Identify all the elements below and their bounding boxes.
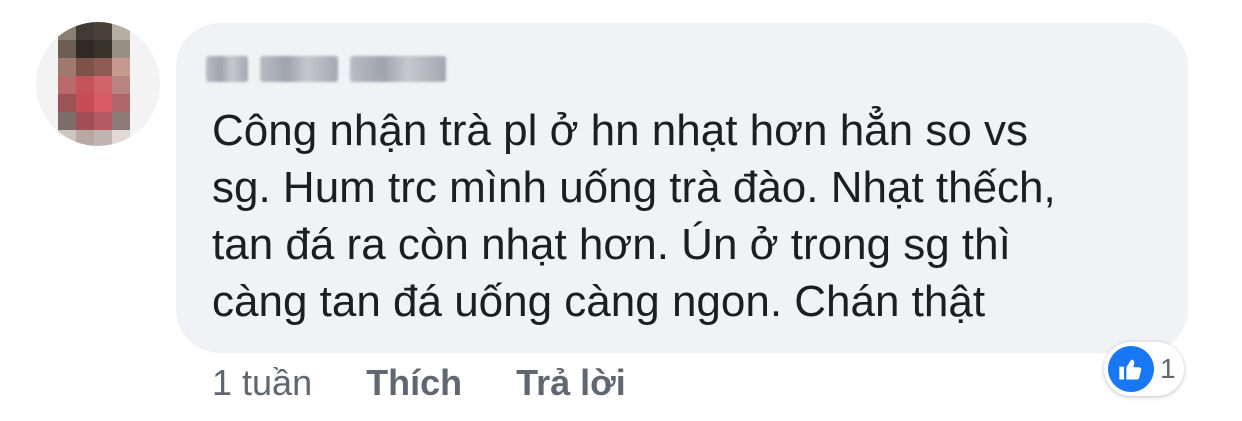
author-name-blurred[interactable] [206,56,446,82]
comment-line: tan đá ra còn nhạt hơn. Ún ở trong sg th… [212,220,1011,269]
timestamp[interactable]: 1 tuần [212,362,312,404]
thumbs-up-icon [1108,346,1154,392]
avatar-image-pixelated [58,22,130,146]
comment-line: càng tan đá uống càng ngon. Chán thật [212,277,986,326]
comment-text: Công nhận trà pl ở hn nhạt hơn hẳn so vs… [212,102,1172,330]
reaction-summary[interactable]: 1 [1104,342,1184,396]
comment-line: Công nhận trà pl ở hn nhạt hơn hẳn so vs [212,106,1029,155]
reaction-count: 1 [1160,353,1176,384]
like-button[interactable]: Thích [366,362,462,404]
comment-line: sg. Hum trc mình uống trà đào. Nhạt thếc… [212,163,1056,212]
reply-button[interactable]: Trả lời [516,362,626,404]
avatar[interactable] [36,22,160,146]
comment-actions: 1 tuần Thích Trả lời [212,362,680,404]
